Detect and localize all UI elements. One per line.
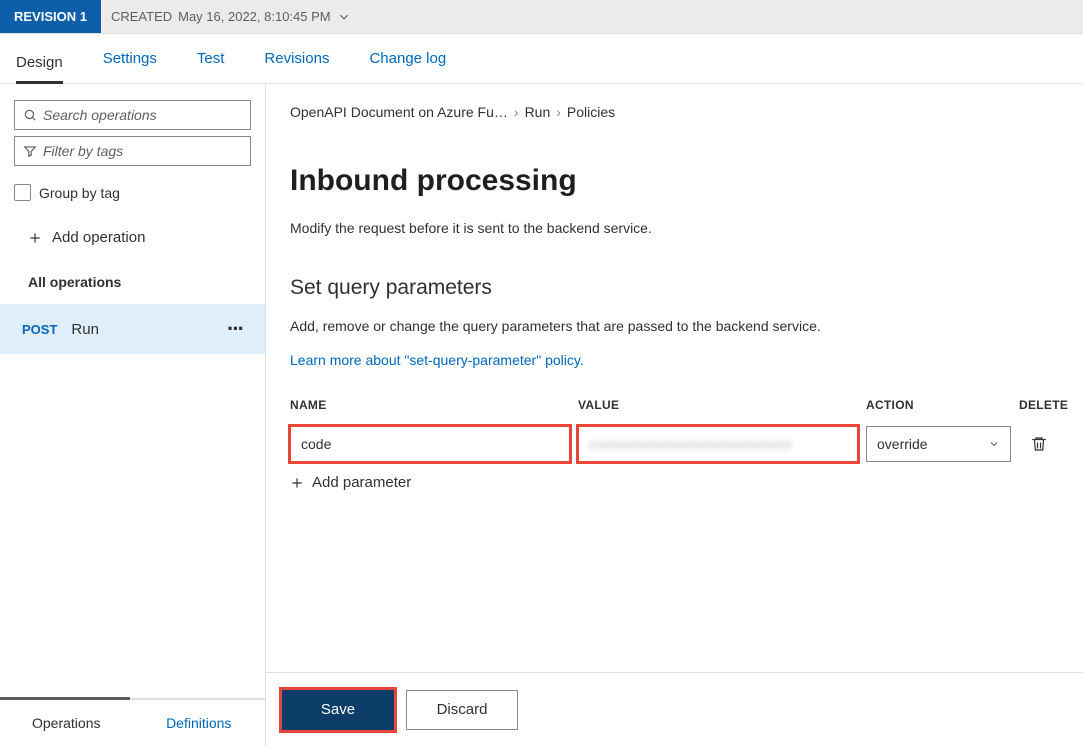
param-action-value: override	[877, 436, 928, 452]
col-action: ACTION	[866, 398, 1011, 412]
col-name: NAME	[290, 398, 570, 412]
operation-name: Run	[71, 321, 213, 338]
param-name-input[interactable]: code	[290, 426, 570, 462]
tab-design[interactable]: Design	[16, 48, 63, 84]
page-title: Inbound processing	[290, 164, 1059, 198]
param-value-redacted: xxxxxxxxxxxxxxxxxxxxxxxxxxxxx	[589, 436, 792, 452]
breadcrumb-sep: ›	[556, 104, 561, 120]
all-operations-header[interactable]: All operations	[0, 260, 265, 304]
group-by-tag-label: Group by tag	[39, 185, 120, 201]
section-desc: Add, remove or change the query paramete…	[290, 318, 1059, 334]
revision-created-date: May 16, 2022, 8:10:45 PM	[178, 9, 330, 24]
group-by-tag-checkbox[interactable]	[14, 184, 31, 201]
learn-more-link[interactable]: Learn more about "set-query-parameter" p…	[290, 352, 1059, 368]
tab-change-log[interactable]: Change log	[369, 44, 446, 73]
revision-bar: REVISION 1 CREATED May 16, 2022, 8:10:45…	[0, 0, 1083, 34]
chevron-down-icon	[988, 438, 1000, 450]
footer-bar: Save Discard	[266, 672, 1083, 746]
plus-icon	[290, 476, 304, 490]
breadcrumb-policies: Policies	[567, 104, 615, 120]
bottom-tab-definitions[interactable]: Definitions	[133, 700, 266, 746]
chevron-down-icon	[337, 10, 351, 24]
param-row: code xxxxxxxxxxxxxxxxxxxxxxxxxxxxx overr…	[290, 426, 1059, 462]
search-icon	[23, 108, 37, 122]
tab-strip: Design Settings Test Revisions Change lo…	[0, 34, 1083, 84]
param-action-select[interactable]: override	[866, 426, 1011, 462]
main-pane: OpenAPI Document on Azure Fu… › Run › Po…	[266, 84, 1083, 746]
trash-icon	[1030, 435, 1048, 453]
param-value-input[interactable]: xxxxxxxxxxxxxxxxxxxxxxxxxxxxx	[578, 426, 858, 462]
operation-menu-icon[interactable]: ···	[227, 316, 243, 342]
tab-revisions[interactable]: Revisions	[264, 44, 329, 73]
section-title: Set query parameters	[290, 276, 1059, 300]
filter-placeholder: Filter by tags	[43, 143, 242, 159]
save-button[interactable]: Save	[282, 690, 394, 730]
tab-test[interactable]: Test	[197, 44, 225, 73]
revision-created-prefix: CREATED	[111, 9, 172, 24]
add-operation-label: Add operation	[52, 229, 145, 246]
breadcrumb-operation[interactable]: Run	[525, 104, 551, 120]
filter-tags-input[interactable]: Filter by tags	[14, 136, 251, 166]
bottom-tab-operations[interactable]: Operations	[0, 700, 133, 746]
plus-icon	[28, 231, 42, 245]
operation-item-run[interactable]: POST Run ···	[0, 304, 265, 354]
col-delete: DELETE	[1019, 398, 1059, 412]
param-delete-button[interactable]	[1019, 435, 1059, 453]
page-subtitle: Modify the request before it is sent to …	[290, 220, 1059, 236]
revision-badge: REVISION 1	[0, 0, 101, 33]
revision-meta[interactable]: CREATED May 16, 2022, 8:10:45 PM	[101, 0, 361, 33]
col-value: VALUE	[578, 398, 858, 412]
add-operation-button[interactable]: Add operation	[0, 215, 265, 260]
add-parameter-button[interactable]: Add parameter	[290, 474, 570, 491]
param-name-value: code	[301, 436, 331, 452]
tab-settings[interactable]: Settings	[103, 44, 157, 73]
search-placeholder: Search operations	[43, 107, 242, 123]
group-by-tag-row[interactable]: Group by tag	[0, 178, 265, 215]
breadcrumb-api[interactable]: OpenAPI Document on Azure Fu…	[290, 104, 508, 120]
discard-button[interactable]: Discard	[406, 690, 518, 730]
operations-sidebar: Search operations Filter by tags Group b…	[0, 84, 266, 746]
add-parameter-label: Add parameter	[312, 474, 411, 491]
query-param-table: NAME VALUE ACTION DELETE code xxxxxxxxxx…	[290, 390, 1059, 491]
breadcrumb-sep: ›	[514, 104, 519, 120]
operation-method: POST	[22, 322, 57, 337]
breadcrumb: OpenAPI Document on Azure Fu… › Run › Po…	[266, 84, 1083, 120]
search-operations-input[interactable]: Search operations	[14, 100, 251, 130]
filter-icon	[23, 144, 37, 158]
sidebar-bottom-tabs: Operations Definitions	[0, 698, 265, 746]
